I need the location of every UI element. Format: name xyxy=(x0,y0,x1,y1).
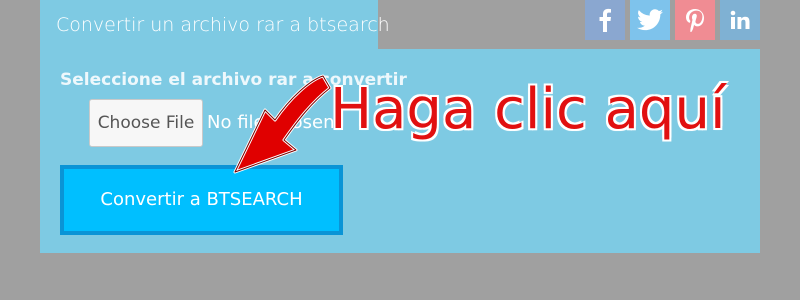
pinterest-icon xyxy=(686,9,704,32)
facebook-share-button[interactable] xyxy=(585,0,625,40)
pinterest-share-button[interactable] xyxy=(675,0,715,40)
red-arrow-annotation xyxy=(233,74,332,174)
facebook-icon xyxy=(599,8,611,32)
twitter-icon xyxy=(637,9,663,31)
twitter-share-button[interactable] xyxy=(630,0,670,40)
linkedin-share-button[interactable] xyxy=(720,0,760,40)
callout-text: Haga clic aquí xyxy=(330,77,726,142)
tab-title[interactable]: Convertir un archivo rar a btsearch xyxy=(40,0,390,50)
choose-file-button[interactable]: Choose File xyxy=(89,99,203,147)
linkedin-icon xyxy=(730,10,750,29)
page: Convertir un archivo rar a btsearch Sele… xyxy=(0,0,800,300)
